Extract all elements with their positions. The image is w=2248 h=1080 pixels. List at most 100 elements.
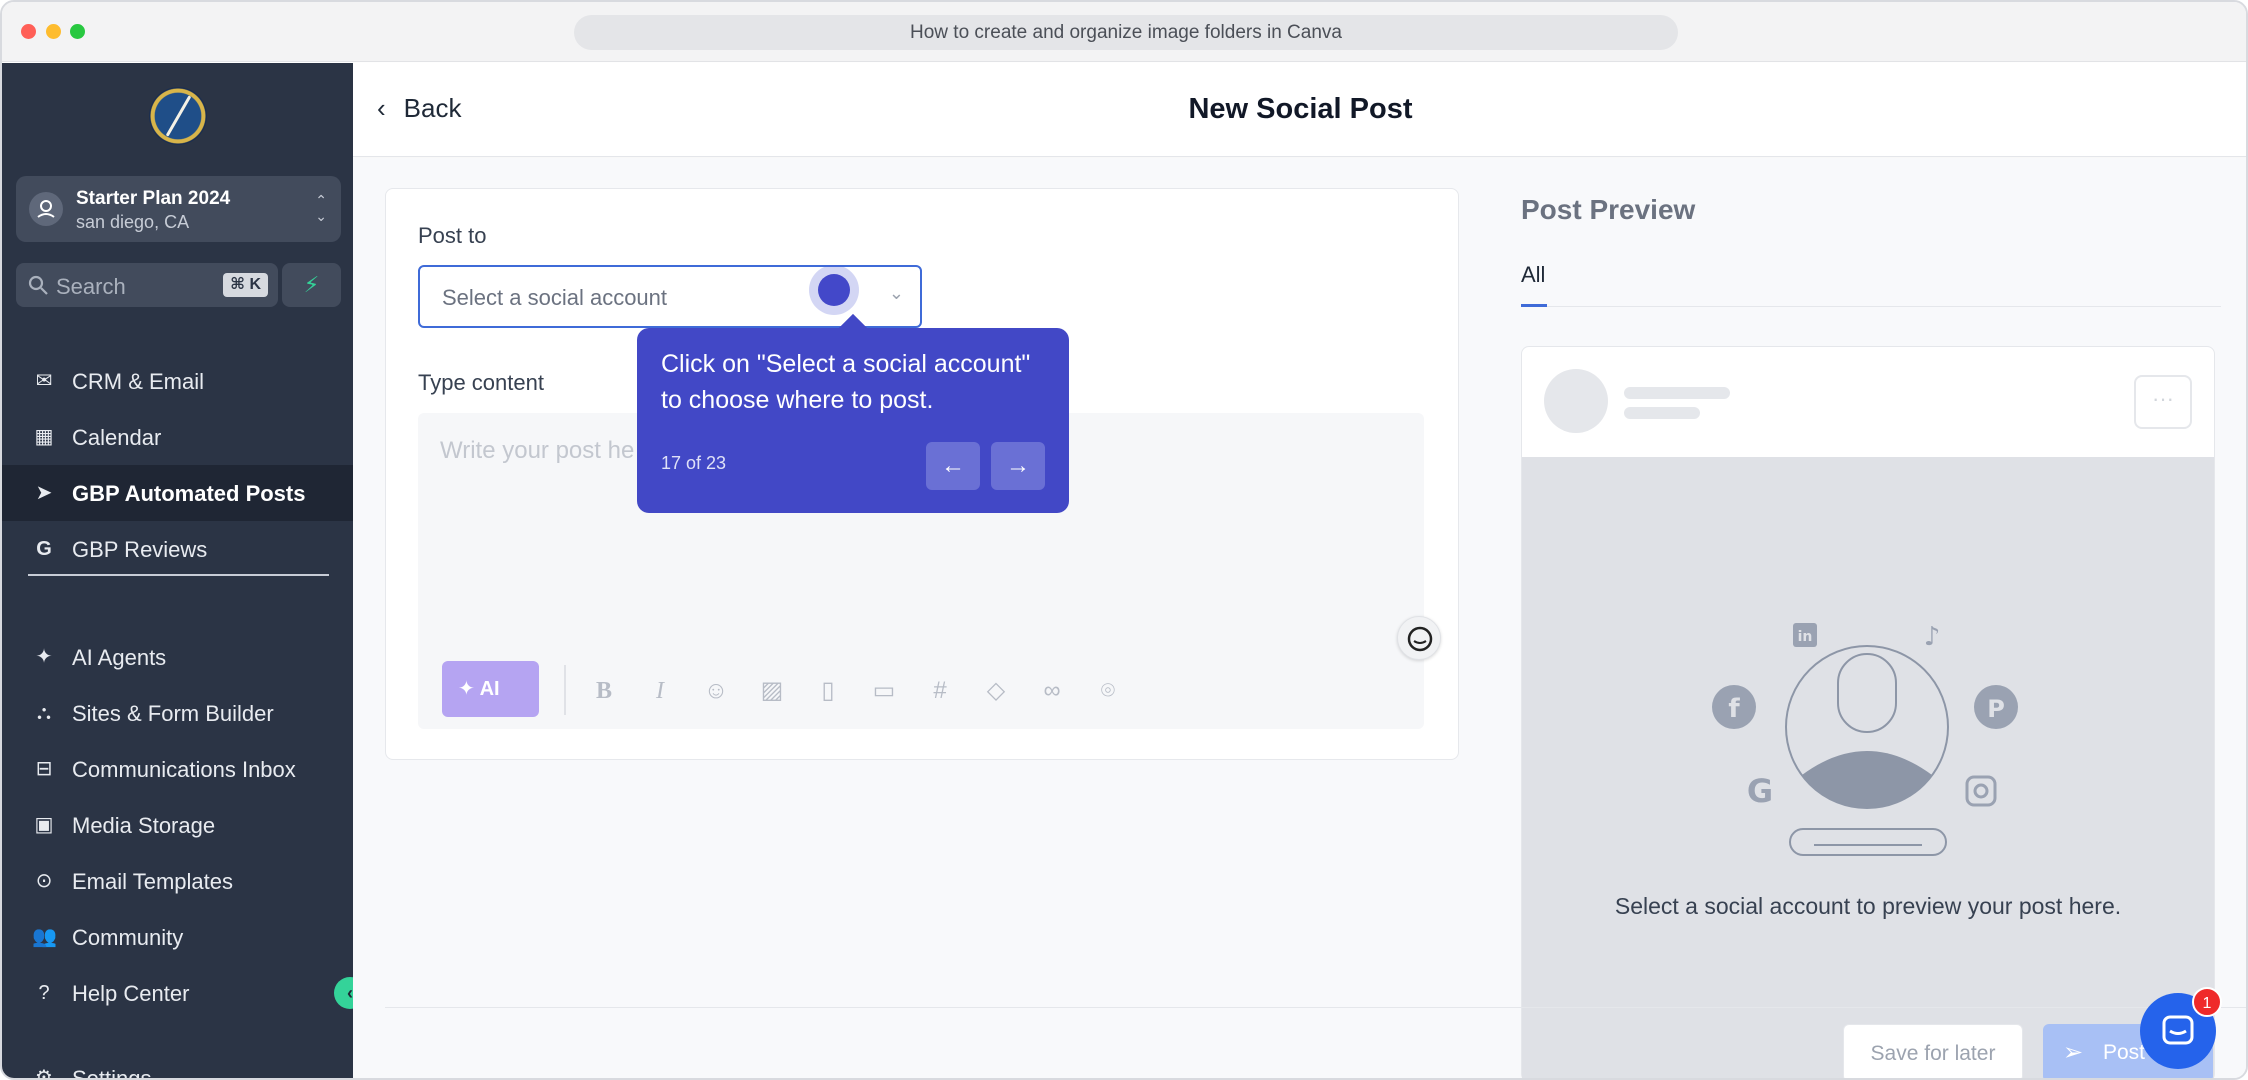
google-icon: G xyxy=(36,538,52,560)
preview-avatar-placeholder xyxy=(1544,369,1608,433)
location-pin-icon xyxy=(29,192,63,226)
sidebar-item-sites-form-builder[interactable]: ⛬ Sites & Form Builder xyxy=(2,685,353,741)
chat-notification-badge: 1 xyxy=(2192,987,2222,1017)
sidebar-item-communications-inbox[interactable]: ⊟ Communications Inbox xyxy=(2,741,353,797)
ai-assist-button[interactable]: ✦ AI xyxy=(442,661,539,717)
more-options-icon: ··· xyxy=(2134,375,2192,429)
send-icon: ➢ xyxy=(2063,1039,2084,1066)
search-input[interactable]: Search ⌘ K xyxy=(16,263,278,307)
bolt-icon: ⚡ xyxy=(303,272,320,297)
italic-icon[interactable]: I xyxy=(644,675,676,707)
tag-icon[interactable]: ◇ xyxy=(980,675,1012,707)
sidebar-item-label: CRM & Email xyxy=(72,369,205,394)
sidebar-item-email-templates[interactable]: ⊙ Email Templates xyxy=(2,853,353,909)
sidebar-item-label: Help Center xyxy=(72,981,190,1006)
main-content: Post to Select a social account ⌄ Type c… xyxy=(353,158,2246,1078)
sidebar-item-label: Sites & Form Builder xyxy=(72,701,274,726)
close-window-button[interactable] xyxy=(21,24,36,39)
search-placeholder: Search xyxy=(56,274,126,299)
toolbar-divider xyxy=(564,665,566,715)
image-icon[interactable]: ▨ xyxy=(756,675,788,707)
sidebar-item-label: GBP Reviews xyxy=(72,537,208,562)
brand-logo[interactable] xyxy=(149,87,207,145)
hashtag-icon[interactable]: # xyxy=(924,675,956,707)
tour-previous-button[interactable]: ← xyxy=(926,442,980,490)
quick-actions-button[interactable]: ⚡ xyxy=(282,263,341,307)
minimize-window-button[interactable] xyxy=(46,24,61,39)
sidebar-item-settings[interactable]: ⚙ Settings xyxy=(2,1050,353,1080)
editor-placeholder: Write your post he xyxy=(440,437,635,464)
mail-icon: ✉ xyxy=(35,370,53,392)
svg-text:in: in xyxy=(1798,629,1813,645)
file-icon[interactable]: ▯ xyxy=(812,675,844,707)
post-label: Post xyxy=(2103,1041,2146,1064)
sitemap-icon: ⛬ xyxy=(37,702,51,724)
sidebar-item-help-center[interactable]: ? Help Center xyxy=(2,965,353,1021)
tour-tooltip: Click on "Select a social account" to ch… xyxy=(637,313,1069,513)
sidebar-item-label: Settings xyxy=(72,1066,152,1080)
svg-text:P: P xyxy=(1987,695,2005,723)
ai-label: AI xyxy=(479,678,500,700)
title-bar: How to create and organize image folders… xyxy=(2,2,2246,62)
gear-icon: ⚙ xyxy=(35,1067,53,1080)
video-icon[interactable]: ▭ xyxy=(868,675,900,707)
type-content-label: Type content xyxy=(418,370,544,395)
search-icon xyxy=(28,275,48,295)
tooltip-step-counter: 17 of 23 xyxy=(661,453,727,473)
active-tab-indicator xyxy=(1521,304,1547,307)
preview-name-placeholder xyxy=(1624,387,1730,399)
preview-meta-placeholder xyxy=(1624,407,1700,419)
tour-beacon[interactable] xyxy=(809,265,859,315)
sidebar-item-label: Communications Inbox xyxy=(72,757,296,782)
link-icon[interactable]: ∞ xyxy=(1036,675,1068,707)
assistant-face-icon[interactable] xyxy=(1397,616,1441,660)
sidebar-item-crm-email[interactable]: ✉ CRM & Email xyxy=(2,353,353,409)
tab-all[interactable]: All xyxy=(1521,262,1545,288)
sidebar-item-community[interactable]: 👥 Community xyxy=(2,909,353,965)
preview-title: Post Preview xyxy=(1521,194,1696,225)
save-for-later-button[interactable]: Save for later xyxy=(1843,1024,2023,1078)
sidebar-item-label: Community xyxy=(72,925,184,950)
svg-text:G: G xyxy=(1747,772,1773,810)
account-switcher[interactable]: Starter Plan 2024 san diego, CA ⌃ ⌄ xyxy=(16,176,341,242)
preview-empty-message: Select a social account to preview your … xyxy=(1614,893,2122,919)
arrow-right-icon: → xyxy=(1006,452,1030,479)
maximize-window-button[interactable] xyxy=(70,24,85,39)
sidebar-item-label: Calendar xyxy=(72,425,162,450)
tour-next-button[interactable]: → xyxy=(991,442,1045,490)
select-placeholder: Select a social account xyxy=(442,285,668,310)
sparkle-icon: ✦ xyxy=(35,646,53,668)
sidebar-item-media-storage[interactable]: ▣ Media Storage xyxy=(2,797,353,853)
post-to-label: Post to xyxy=(418,223,487,248)
sidebar: Starter Plan 2024 san diego, CA ⌃ ⌄ Searc… xyxy=(2,63,353,1080)
calendar-icon: ▦ xyxy=(34,426,54,448)
location-icon[interactable]: ⌾ xyxy=(1092,675,1124,707)
address-bar[interactable]: How to create and organize image folders… xyxy=(574,15,1678,50)
sidebar-item-calendar[interactable]: ▦ Calendar xyxy=(2,409,353,465)
sidebar-item-label: Media Storage xyxy=(72,813,216,838)
svg-text:f: f xyxy=(1728,694,1740,724)
sidebar-item-ai-agents[interactable]: ✦ AI Agents xyxy=(2,629,353,685)
emoji-icon[interactable]: ☺ xyxy=(700,675,732,707)
account-location: san diego, CA xyxy=(76,212,190,232)
sidebar-item-label: AI Agents xyxy=(72,645,167,670)
footer-divider xyxy=(385,1007,2246,1008)
sidebar-item-label: GBP Automated Posts xyxy=(72,481,306,506)
bold-icon[interactable]: B xyxy=(588,675,620,707)
arrow-left-icon: ← xyxy=(941,452,965,479)
sidebar-item-gbp-reviews[interactable]: G GBP Reviews xyxy=(2,521,353,577)
tabs-divider xyxy=(1521,306,2221,307)
send-icon: ➤ xyxy=(35,482,53,504)
inbox-icon: ⊟ xyxy=(35,758,53,780)
play-circle-icon: ⊙ xyxy=(35,870,53,892)
sidebar-item-gbp-automated-posts[interactable]: ➤ GBP Automated Posts xyxy=(2,465,353,521)
page-title: New Social Post xyxy=(1188,93,1413,125)
tooltip-text: Click on "Select a social account" to ch… xyxy=(661,350,1031,414)
app-window: How to create and organize image folders… xyxy=(0,0,2248,1080)
help-icon: ? xyxy=(38,982,50,1004)
post-preview-card: ··· f P in ♪ G Select a social account t… xyxy=(1521,346,2215,1078)
image-gallery-icon: ▣ xyxy=(34,814,54,836)
account-name: Starter Plan 2024 xyxy=(76,188,231,209)
svg-text:♪: ♪ xyxy=(1924,622,1941,652)
page-header: ‹ Back New Social Post xyxy=(353,63,2246,157)
